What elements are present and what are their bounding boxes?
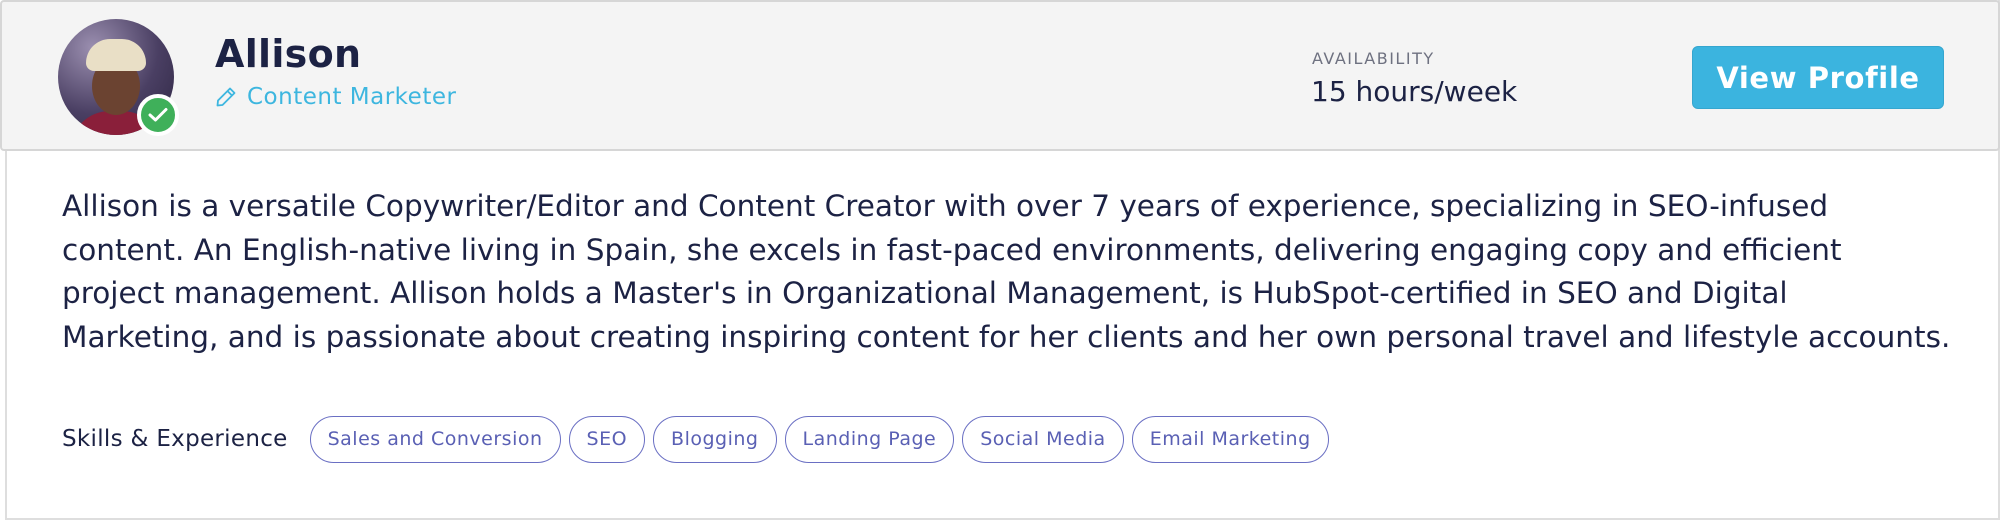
skill-chip[interactable]: Landing Page: [784, 415, 955, 463]
view-profile-button[interactable]: View Profile: [1692, 46, 1944, 109]
profile-name: Allison: [215, 32, 362, 76]
skill-chip[interactable]: Sales and Conversion: [309, 415, 561, 463]
profile-card-header: Allison Content Marketer AVAILABILITY 15…: [0, 0, 2000, 151]
avatar-container[interactable]: [58, 19, 179, 137]
skill-chip[interactable]: SEO: [568, 415, 646, 463]
availability-value: 15 hours/week: [1311, 75, 1518, 108]
role-label: Content Marketer: [247, 84, 457, 110]
profile-role: Content Marketer: [215, 84, 456, 110]
skill-chip[interactable]: Blogging: [653, 415, 777, 463]
avatar-headwrap: [86, 39, 146, 71]
pencil-icon: [216, 87, 236, 107]
skills-row: Skills & Experience Sales and Conversion…: [62, 415, 1337, 463]
checkmark-icon: [148, 108, 168, 122]
verified-badge: [137, 94, 179, 136]
availability-label: AVAILABILITY: [1312, 49, 1435, 68]
profile-bio: Allison is a versatile Copywriter/Editor…: [62, 189, 1951, 354]
skill-chip[interactable]: Social Media: [962, 415, 1124, 463]
skills-label: Skills & Experience: [62, 426, 288, 452]
skill-chip[interactable]: Email Marketing: [1131, 415, 1329, 463]
